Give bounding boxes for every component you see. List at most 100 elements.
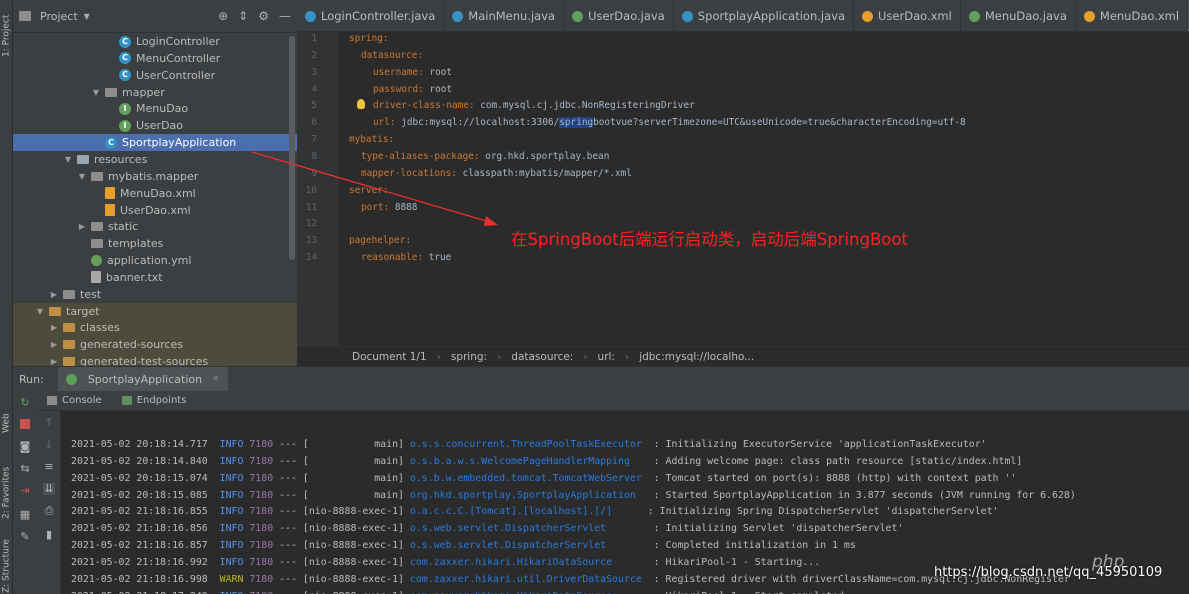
log-line: 2021-05-02 21:18:16.855 INFO 7180 --- [n…	[71, 503, 999, 520]
csdn-watermark: https://blog.csdn.net/qq_45950109	[934, 565, 1163, 580]
log-logger: com.zaxxer.hikari.HikariDataSource	[404, 591, 654, 594]
log-separator: ---	[273, 556, 303, 568]
log-level: INFO	[219, 556, 244, 568]
log-separator: ---	[273, 472, 303, 484]
log-thread: [nio-8888-exec-1]	[303, 591, 404, 594]
log-thread: [ main]	[302, 455, 404, 467]
run-subtabs: Console Endpoints	[37, 391, 1189, 411]
close-icon[interactable]: ✕	[212, 374, 220, 384]
log-message: : Initializing Spring DispatcherServlet …	[647, 506, 999, 518]
log-separator: ---	[273, 455, 303, 467]
log-pid: 7180	[243, 455, 274, 467]
run-label: Run:	[19, 372, 44, 386]
log-pid: 7180	[243, 472, 274, 484]
log-message: : Completed initialization in 1 ms	[653, 540, 856, 552]
log-timestamp: 2021-05-02 20:18:15.085	[71, 489, 220, 501]
log-line: 2021-05-02 20:18:15.085 INFO 7180 --- [ …	[71, 487, 1076, 504]
log-message: : Started SportplayApplication in 3.877 …	[653, 489, 1076, 501]
log-pid: 7180	[243, 439, 274, 450]
log-logger: o.s.b.w.embedded.tomcat.TomcatWebServer	[403, 472, 654, 484]
log-line: 2021-05-02 21:18:16.998 WARN 7180 --- [n…	[71, 571, 1070, 588]
spring-run-icon	[65, 373, 77, 385]
log-timestamp: 2021-05-02 21:18:16.855	[71, 506, 220, 518]
camera-icon[interactable]: ◙	[19, 441, 31, 453]
pin-tab-icon[interactable]: ⇆	[19, 463, 31, 475]
log-message: : Tomcat started on port(s): 8888 (http)…	[653, 472, 1017, 484]
log-logger: com.zaxxer.hikari.HikariDataSource	[403, 556, 654, 568]
log-logger: o.s.b.a.w.s.WelcomePageHandlerMapping	[403, 455, 654, 467]
log-logger: o.s.web.servlet.DispatcherServlet	[403, 540, 654, 552]
log-pid: 7180	[243, 540, 274, 552]
log-timestamp: 2021-05-02 20:18:14.717	[71, 439, 220, 450]
log-level: INFO	[219, 489, 244, 501]
exit-icon[interactable]: ⇥	[19, 485, 31, 497]
up-arrow-icon[interactable]: ↑	[43, 417, 55, 429]
log-level: INFO	[219, 439, 244, 450]
log-separator: ---	[273, 439, 303, 450]
log-timestamp: 2021-05-02 21:18:17.249	[71, 591, 220, 594]
log-level: INFO	[220, 591, 244, 594]
endpoints-tab[interactable]: Endpoints	[121, 395, 187, 406]
log-message: : HikariPool-1 - Starting...	[653, 556, 821, 568]
log-thread: [ main]	[302, 489, 404, 501]
console-tab[interactable]: Console	[47, 395, 102, 406]
log-thread: [ main]	[302, 472, 404, 484]
run-toolbar: ↻ ◙ ⇆ ⇥ ▦ ✎	[13, 391, 37, 594]
log-thread: [ main]	[302, 439, 404, 450]
layout-icon[interactable]: ▦	[19, 509, 31, 521]
run-config-label: SportplayApplication	[87, 372, 203, 386]
log-thread: [nio-8888-exec-1]	[302, 506, 404, 518]
trash-icon[interactable]: ▮	[43, 529, 55, 541]
down-arrow-icon[interactable]: ↓	[43, 439, 55, 451]
endpoints-icon	[121, 395, 132, 405]
log-pid: 7180	[243, 591, 273, 594]
annotation-text: 在SpringBoot后端运行启动类，启动后端SpringBoot	[511, 230, 908, 249]
log-thread: [nio-8888-exec-1]	[302, 573, 404, 585]
endpoints-tab-label: Endpoints	[136, 395, 187, 406]
log-pid: 7180	[243, 523, 274, 535]
scroll-to-end-icon[interactable]: ⇊	[43, 483, 55, 495]
run-config-tab[interactable]: SportplayApplication ✕	[57, 366, 228, 392]
log-logger: org.hkd.sportplay.SportplayApplication	[403, 489, 654, 501]
log-timestamp: 2021-05-02 20:18:14.840	[71, 455, 220, 467]
soft-wrap-icon[interactable]: ≡	[43, 461, 55, 473]
pin-icon[interactable]: ✎	[19, 531, 31, 543]
log-line: 2021-05-02 21:18:16.857 INFO 7180 --- [n…	[71, 537, 856, 554]
log-separator: ---	[273, 573, 303, 585]
log-pid: 7180	[243, 556, 274, 568]
log-level: INFO	[219, 506, 244, 518]
log-timestamp: 2021-05-02 20:18:15.074	[71, 472, 220, 484]
log-line: 2021-05-02 20:18:14.840 INFO 7180 --- [ …	[71, 453, 1022, 470]
log-message: : Initializing ExecutorService 'applicat…	[653, 439, 987, 450]
log-pid: 7180	[243, 506, 274, 518]
log-timestamp: 2021-05-02 21:18:16.992	[71, 556, 220, 568]
print-icon[interactable]: ⎙	[43, 505, 55, 517]
log-line: 2021-05-02 20:18:14.717 INFO 7180 --- [ …	[71, 436, 987, 453]
log-separator: ---	[273, 489, 303, 501]
stop-icon[interactable]	[20, 419, 30, 429]
log-timestamp: 2021-05-02 21:18:16.856	[71, 523, 220, 535]
log-message: : Adding welcome page: class path resour…	[653, 455, 1023, 467]
console-icon	[47, 395, 57, 405]
console-tab-label: Console	[62, 395, 102, 406]
log-pid: 7180	[243, 489, 274, 501]
log-timestamp: 2021-05-02 21:18:16.998	[71, 573, 220, 585]
log-thread: [nio-8888-exec-1]	[302, 556, 404, 568]
log-logger: com.zaxxer.hikari.util.DriverDataSource	[403, 573, 654, 585]
log-thread: [nio-8888-exec-1]	[302, 523, 404, 535]
log-separator: ---	[273, 591, 303, 594]
log-logger: o.a.c.c.C.[Tomcat].[localhost].[/]	[403, 506, 648, 518]
log-separator: ---	[273, 523, 303, 535]
log-pid: 7180	[243, 573, 274, 585]
log-level: INFO	[219, 540, 244, 552]
log-line: 2021-05-02 20:18:15.074 INFO 7180 --- [ …	[71, 470, 1016, 487]
log-line: 2021-05-02 21:18:17.249 INFO 7180 --- [n…	[71, 588, 850, 594]
log-level: INFO	[219, 472, 244, 484]
log-message: : HikariPool-1 - Start completed.	[654, 591, 850, 594]
log-separator: ---	[273, 540, 303, 552]
log-level: INFO	[219, 523, 244, 535]
console-toolbar: ↑ ↓ ≡ ⇊ ⎙ ▮	[37, 411, 61, 594]
rerun-icon[interactable]: ↻	[19, 397, 31, 409]
log-logger: o.s.web.servlet.DispatcherServlet	[403, 523, 654, 535]
log-line: 2021-05-02 21:18:16.992 INFO 7180 --- [n…	[71, 554, 820, 571]
